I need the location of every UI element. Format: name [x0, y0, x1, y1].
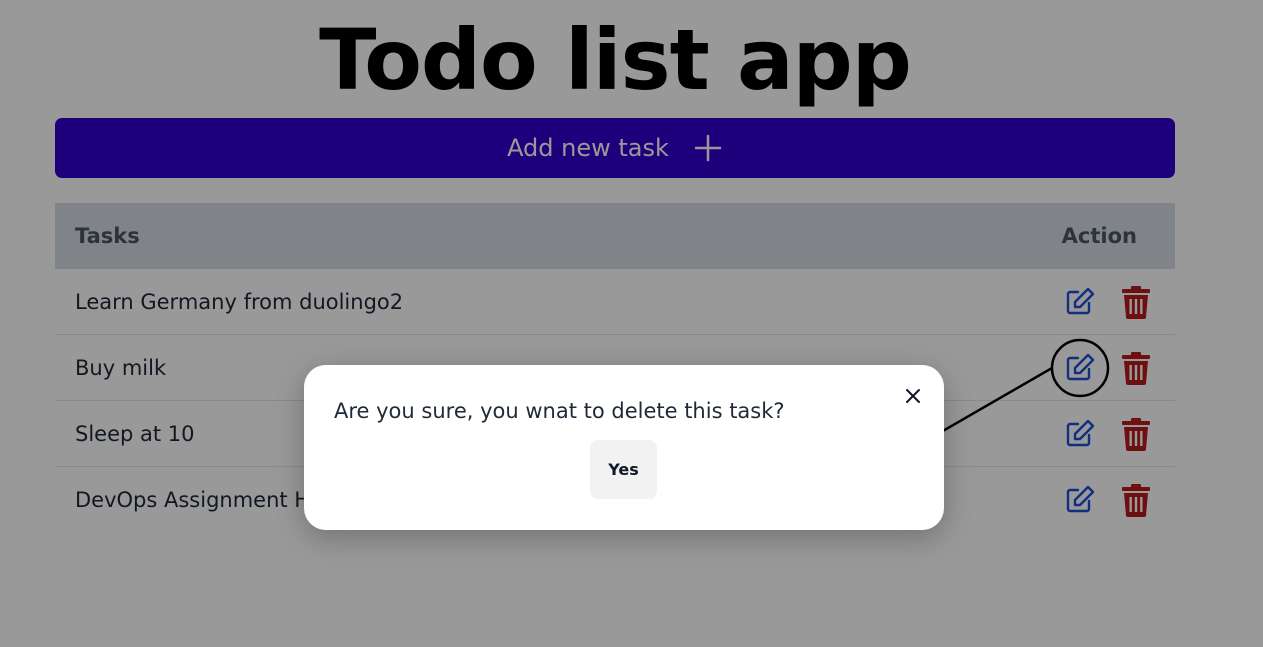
yes-button[interactable]: Yes [590, 440, 657, 499]
page: Todo list app Add new task Tasks Action … [0, 0, 1263, 647]
modal-message: Are you sure, you wnat to delete this ta… [334, 399, 785, 423]
close-icon[interactable] [902, 385, 924, 407]
modal-backdrop[interactable] [0, 0, 1263, 647]
delete-confirm-modal: Are you sure, you wnat to delete this ta… [304, 365, 944, 530]
